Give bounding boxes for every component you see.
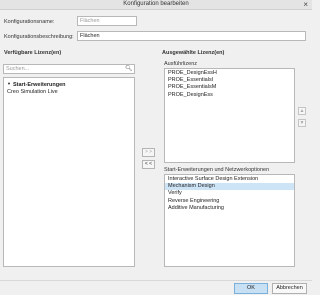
arrow-up-icon[interactable]: ▲ — [298, 107, 306, 115]
list-item[interactable]: Reverse Engineering — [165, 198, 294, 205]
selected-licenses-heading: Ausgewählte Lizenz(en) — [162, 50, 225, 56]
config-description-input[interactable]: Flächen — [77, 31, 306, 41]
title-bar: Konfiguration bearbeiten × — [0, 0, 312, 10]
list-item[interactable]: Additive Manufacturing — [165, 205, 294, 212]
add-license-button[interactable]: > > — [142, 148, 155, 157]
cancel-button[interactable]: Abbrechen — [272, 283, 307, 294]
dialog-footer: OK Abbrechen — [0, 280, 312, 295]
list-item[interactable]: Creo Simulation Live — [4, 89, 134, 96]
tree-group-start-extensions[interactable]: ▼ Start-Erweiterungen — [4, 80, 134, 89]
list-item[interactable]: PROE_EssentialsI — [165, 77, 294, 84]
extensions-label: Start-Erweiterungen und Netzwerkoptionen — [164, 167, 270, 173]
list-item[interactable]: PROE_EssentialsM — [165, 84, 294, 91]
config-name-label: Konfigurationsname: — [4, 19, 55, 25]
base-license-list[interactable]: PROE_DesignEssH PROE_EssentialsI PROE_Es… — [164, 68, 295, 163]
list-item[interactable]: Verify — [165, 190, 294, 197]
config-name-input[interactable]: Flächen — [77, 16, 137, 26]
base-license-label: Ausführlizenz — [164, 61, 198, 67]
arrow-down-icon[interactable]: ▼ — [298, 119, 306, 127]
search-input[interactable]: Suchen... — [3, 64, 135, 74]
available-licenses-list[interactable]: ▼ Start-Erweiterungen Creo Simulation Liv… — [3, 77, 135, 267]
extensions-list[interactable]: Interactive Surface Design Extension Mec… — [164, 174, 295, 267]
config-description-label: Konfigurationsbeschreibung: — [4, 34, 74, 40]
expand-triangle-icon[interactable]: ▼ — [7, 80, 11, 87]
available-licenses-heading: Verfügbare Lizenz(en) — [4, 50, 62, 56]
tree-group-label: Start-Erweiterungen — [12, 82, 66, 88]
window-title: Konfiguration bearbeiten — [123, 1, 189, 7]
ok-button[interactable]: OK — [234, 283, 268, 294]
list-item[interactable]: PROE_DesignEssH — [165, 70, 294, 77]
list-item[interactable]: PROE_DesignEss — [165, 92, 294, 99]
list-item-selected[interactable]: Mechanism Design — [165, 183, 294, 191]
close-icon[interactable]: × — [303, 0, 308, 9]
remove-license-button[interactable]: < < — [142, 160, 155, 169]
list-item[interactable]: Interactive Surface Design Extension — [165, 176, 294, 183]
